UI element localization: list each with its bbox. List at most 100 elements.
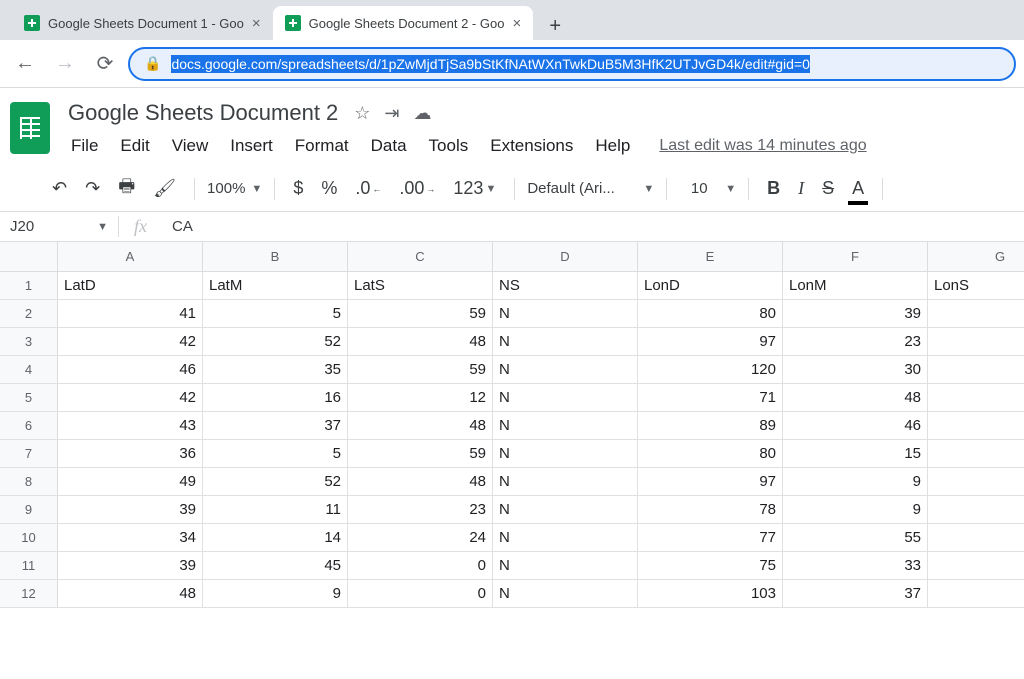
bold-button[interactable]: B bbox=[761, 174, 786, 203]
menu-file[interactable]: File bbox=[62, 132, 107, 160]
cell[interactable]: 48 bbox=[348, 468, 493, 496]
cell[interactable]: LonS bbox=[928, 272, 1024, 300]
cell[interactable]: LonD bbox=[638, 272, 783, 300]
menu-extensions[interactable]: Extensions bbox=[481, 132, 582, 160]
row-header[interactable]: 3 bbox=[0, 328, 58, 356]
cell[interactable]: N bbox=[493, 328, 638, 356]
cell[interactable] bbox=[928, 524, 1024, 552]
cell[interactable]: 37 bbox=[203, 412, 348, 440]
back-button[interactable]: ← bbox=[8, 47, 42, 81]
menu-data[interactable]: Data bbox=[362, 132, 416, 160]
close-icon[interactable]: × bbox=[252, 15, 261, 32]
cell[interactable] bbox=[928, 328, 1024, 356]
cell[interactable]: LatS bbox=[348, 272, 493, 300]
cell[interactable]: N bbox=[493, 552, 638, 580]
cell[interactable]: 23 bbox=[348, 496, 493, 524]
cell[interactable] bbox=[928, 580, 1024, 608]
doc-title[interactable]: Google Sheets Document 2 bbox=[62, 98, 344, 128]
cell[interactable]: 12 bbox=[348, 384, 493, 412]
cell[interactable]: 89 bbox=[638, 412, 783, 440]
cell[interactable]: 49 bbox=[58, 468, 203, 496]
currency-button[interactable]: $ bbox=[287, 174, 309, 203]
row-header[interactable]: 2 bbox=[0, 300, 58, 328]
cell[interactable]: 59 bbox=[348, 440, 493, 468]
percent-button[interactable]: % bbox=[315, 174, 343, 203]
cell[interactable]: 14 bbox=[203, 524, 348, 552]
cell[interactable] bbox=[928, 300, 1024, 328]
menu-tools[interactable]: Tools bbox=[420, 132, 478, 160]
cell[interactable]: 48 bbox=[783, 384, 928, 412]
row-header[interactable]: 7 bbox=[0, 440, 58, 468]
cell[interactable]: 5 bbox=[203, 440, 348, 468]
row-header[interactable]: 1 bbox=[0, 272, 58, 300]
row-header[interactable]: 4 bbox=[0, 356, 58, 384]
cell[interactable]: N bbox=[493, 300, 638, 328]
cell[interactable]: N bbox=[493, 468, 638, 496]
cell[interactable] bbox=[928, 468, 1024, 496]
decrease-decimal-button[interactable]: .0← bbox=[349, 174, 387, 203]
close-icon[interactable]: × bbox=[512, 15, 521, 32]
menu-help[interactable]: Help bbox=[586, 132, 639, 160]
cell[interactable]: LonM bbox=[783, 272, 928, 300]
cell[interactable]: N bbox=[493, 580, 638, 608]
cell[interactable]: NS bbox=[493, 272, 638, 300]
row-header[interactable]: 6 bbox=[0, 412, 58, 440]
col-header-B[interactable]: B bbox=[203, 242, 348, 272]
cell[interactable]: N bbox=[493, 440, 638, 468]
cell[interactable]: 59 bbox=[348, 356, 493, 384]
cell[interactable]: 41 bbox=[58, 300, 203, 328]
menu-view[interactable]: View bbox=[163, 132, 218, 160]
cell[interactable]: 15 bbox=[783, 440, 928, 468]
col-header-G[interactable]: G bbox=[928, 242, 1024, 272]
new-tab-button[interactable]: + bbox=[541, 12, 569, 40]
cell[interactable]: 39 bbox=[58, 496, 203, 524]
cell[interactable]: 39 bbox=[783, 300, 928, 328]
col-header-D[interactable]: D bbox=[493, 242, 638, 272]
cell[interactable]: N bbox=[493, 356, 638, 384]
more-formats-button[interactable]: 123 ▼ bbox=[447, 174, 502, 203]
last-edit-link[interactable]: Last edit was 14 minutes ago bbox=[659, 137, 866, 155]
cell[interactable]: 24 bbox=[348, 524, 493, 552]
cell[interactable]: 52 bbox=[203, 468, 348, 496]
cell[interactable]: 120 bbox=[638, 356, 783, 384]
cell[interactable]: 52 bbox=[203, 328, 348, 356]
browser-tab-1[interactable]: Google Sheets Document 1 - Goo × bbox=[12, 6, 273, 40]
cell[interactable]: LatM bbox=[203, 272, 348, 300]
row-header[interactable]: 11 bbox=[0, 552, 58, 580]
cell[interactable]: 9 bbox=[203, 580, 348, 608]
cell[interactable]: 46 bbox=[58, 356, 203, 384]
cell[interactable]: 39 bbox=[58, 552, 203, 580]
cell[interactable] bbox=[928, 440, 1024, 468]
cell[interactable]: 59 bbox=[348, 300, 493, 328]
row-header[interactable]: 12 bbox=[0, 580, 58, 608]
cell[interactable]: 5 bbox=[203, 300, 348, 328]
col-header-E[interactable]: E bbox=[638, 242, 783, 272]
print-button[interactable]: 🖶 bbox=[112, 170, 141, 208]
cell[interactable]: 55 bbox=[783, 524, 928, 552]
forward-button[interactable]: → bbox=[48, 47, 82, 81]
undo-button[interactable]: ↶ bbox=[46, 174, 73, 203]
cell[interactable]: 78 bbox=[638, 496, 783, 524]
move-icon[interactable]: ⇥ bbox=[384, 103, 399, 124]
cell[interactable]: 43 bbox=[58, 412, 203, 440]
cell[interactable] bbox=[928, 356, 1024, 384]
cell[interactable]: 23 bbox=[783, 328, 928, 356]
cell[interactable]: 42 bbox=[58, 384, 203, 412]
url-field[interactable]: 🔒 docs.google.com/spreadsheets/d/1pZwMjd… bbox=[128, 47, 1016, 81]
cell[interactable]: N bbox=[493, 524, 638, 552]
cell[interactable]: 9 bbox=[783, 468, 928, 496]
cell[interactable]: 35 bbox=[203, 356, 348, 384]
row-header[interactable]: 5 bbox=[0, 384, 58, 412]
cell[interactable]: 9 bbox=[783, 496, 928, 524]
cell[interactable]: 34 bbox=[58, 524, 203, 552]
cell[interactable]: 0 bbox=[348, 552, 493, 580]
col-header-F[interactable]: F bbox=[783, 242, 928, 272]
increase-decimal-button[interactable]: .00→ bbox=[393, 174, 441, 203]
cell[interactable]: 75 bbox=[638, 552, 783, 580]
paint-format-button[interactable]: 🖌 bbox=[147, 174, 182, 203]
text-color-button[interactable]: A bbox=[846, 174, 870, 203]
reload-button[interactable]: ⟳ bbox=[88, 47, 122, 81]
zoom-select[interactable]: 100%▼ bbox=[207, 180, 262, 197]
cell[interactable]: 48 bbox=[348, 328, 493, 356]
cell[interactable]: N bbox=[493, 384, 638, 412]
